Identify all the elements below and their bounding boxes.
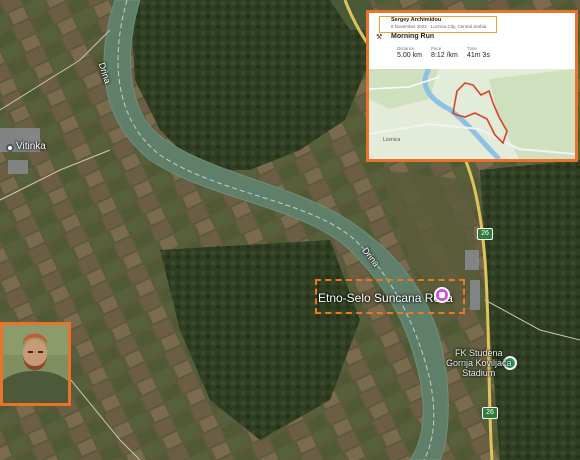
activity-meta: 8 November 2022 · Loznica City, Central …: [391, 24, 487, 29]
road-number-badge: 26: [482, 407, 498, 419]
stat-label-time: Time: [467, 46, 477, 51]
stat-label-distance: Distance: [397, 46, 415, 51]
stadium-label-line1: FK Studena: [455, 348, 503, 358]
stadium-label[interactable]: FK Studena Gornja Koviljača Stadium: [446, 348, 512, 378]
route-map-town-label: Loznica: [383, 137, 400, 143]
stadium-label-line2: Gornja Koviljača: [446, 358, 512, 368]
road-number-badge: 26: [477, 228, 493, 240]
runner-avatar-photo: [0, 322, 71, 406]
activity-title[interactable]: Morning Run: [391, 33, 434, 40]
running-shoe-icon: ⚒: [376, 34, 383, 41]
poi-label[interactable]: Etno-Selo Suncana Reka: [318, 291, 453, 305]
stat-label-pace: Pace: [431, 46, 442, 51]
activity-card[interactable]: Sergey Archimidou 8 November 2022 · Lozn…: [366, 10, 578, 162]
stat-value-pace: 8:12 /km: [431, 52, 458, 59]
stat-value-distance: 5.00 km: [397, 52, 422, 59]
city-label[interactable]: Vitinka: [16, 141, 46, 152]
hotel-pin-icon[interactable]: [434, 287, 450, 303]
avatar-image: [3, 325, 68, 403]
stat-value-time: 41m 3s: [467, 52, 490, 59]
city-pin[interactable]: [6, 144, 14, 152]
stadium-label-line3: Stadium: [462, 368, 496, 378]
route-map[interactable]: Loznica: [369, 69, 575, 159]
user-name[interactable]: Sergey Archimidou: [391, 17, 441, 23]
